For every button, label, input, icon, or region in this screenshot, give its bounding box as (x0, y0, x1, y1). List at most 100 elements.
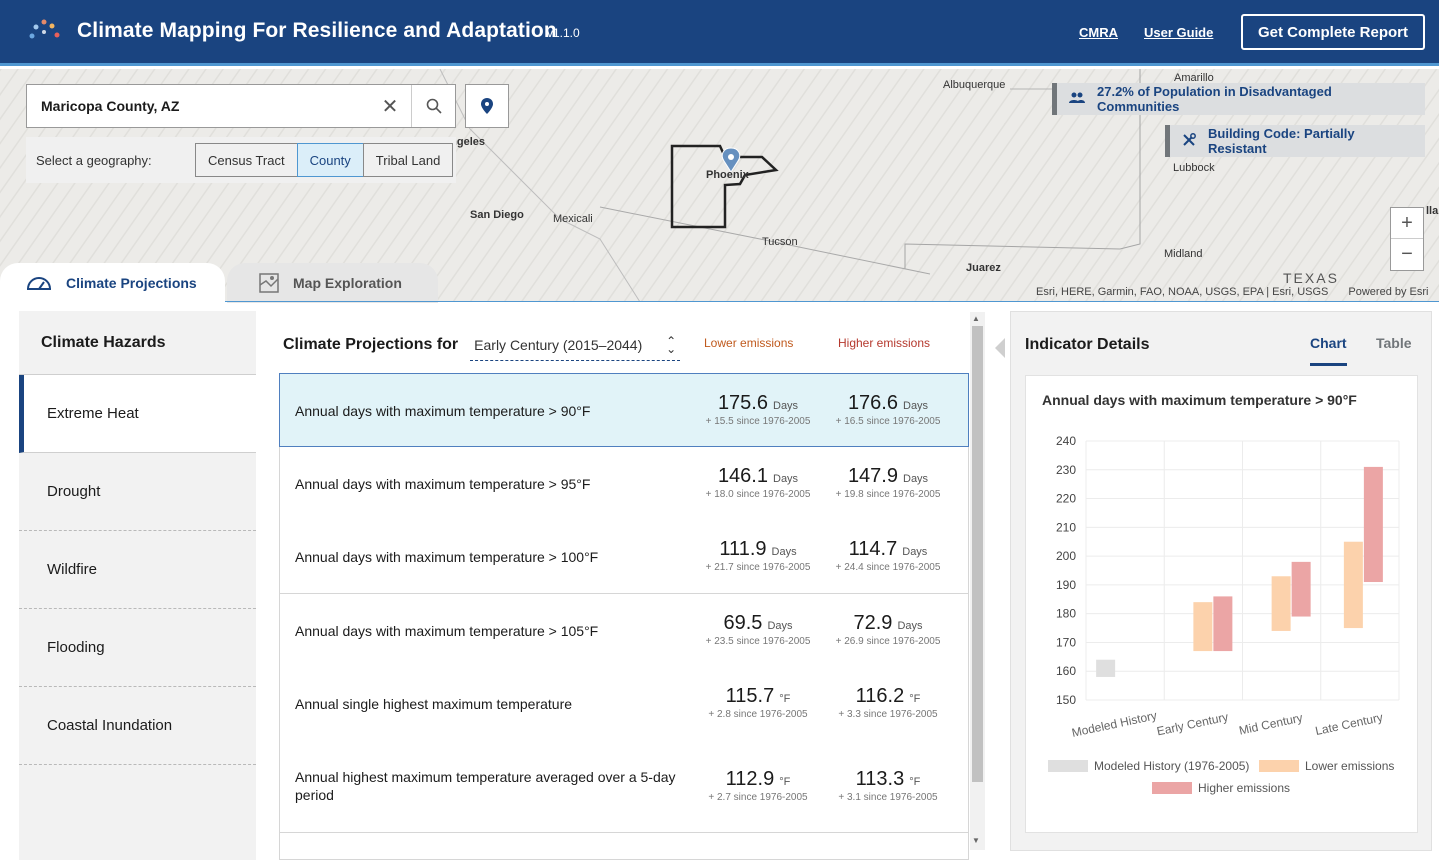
lower-value-number: 69.5 (723, 612, 763, 634)
sidebar-item-extreme-heat[interactable]: Extreme Heat (19, 375, 256, 453)
collapse-panel-icon[interactable] (995, 338, 1005, 358)
table-row[interactable]: Annual days with maximum temperature > 9… (279, 373, 969, 447)
get-report-button[interactable]: Get Complete Report (1241, 14, 1425, 50)
version-label: v1.1.0 (547, 26, 580, 40)
higher-emissions-value: 116.2 °F + 3.3 since 1976-2005 (823, 685, 953, 720)
population-badge[interactable]: 27.2% of Population in Disadvantaged Com… (1052, 83, 1425, 115)
row-label: Annual highest maximum temperature avera… (295, 769, 676, 803)
sidebar-item-wildfire[interactable]: Wildfire (19, 531, 256, 609)
higher-value-number: 114.7 (848, 538, 898, 560)
lower-value-delta: + 23.5 since 1976-2005 (705, 636, 811, 647)
zoom-out-button[interactable]: − (1391, 239, 1423, 270)
cmra-link[interactable]: CMRA (1079, 25, 1118, 40)
y-tick-label: 230 (1056, 463, 1076, 477)
y-tick-label: 180 (1056, 607, 1076, 621)
lower-emissions-value: 112.9 °F + 2.7 since 1976-2005 (693, 768, 823, 803)
sidebar-title: Climate Hazards (19, 311, 256, 375)
lower-value-number: 175.6 (717, 392, 768, 414)
higher-value-unit: Days (903, 400, 929, 412)
y-tick-label: 220 (1056, 492, 1076, 506)
higher-value-unit: Days (902, 546, 928, 558)
tab-table[interactable]: Table (1376, 335, 1412, 351)
lower-value-delta: + 2.7 since 1976-2005 (708, 791, 808, 803)
sidebar-item-drought[interactable]: Drought (19, 453, 256, 531)
row-label: Annual days with maximum temperature > 9… (295, 403, 591, 419)
scroll-down-icon[interactable]: ▼ (972, 836, 980, 845)
cmra-logo-icon (29, 19, 60, 39)
table-row[interactable]: Annual days with maximum temperature > 1… (279, 520, 969, 594)
higher-emissions-value: 147.9 Days + 19.8 since 1976-2005 (823, 465, 953, 500)
location-search-input[interactable] (27, 85, 369, 127)
projections-title: Climate Projections for (283, 336, 459, 353)
lower-value-delta: + 21.7 since 1976-2005 (705, 562, 811, 573)
x-tick-label: Late Century (1314, 710, 1384, 738)
higher-value-unit: Days (897, 620, 923, 632)
user-guide-link[interactable]: User Guide (1144, 25, 1213, 40)
geo-county-button[interactable]: County (296, 143, 364, 177)
table-row[interactable]: Annual highest maximum temperature avera… (279, 740, 969, 833)
clear-search-icon[interactable]: ✕ (369, 85, 411, 127)
building-code-badge[interactable]: Building Code: Partially Resistant (1165, 125, 1425, 157)
x-tick-label: Mid Century (1238, 711, 1304, 738)
search-icon[interactable] (411, 85, 455, 127)
geo-census-tract-button[interactable]: Census Tract (195, 143, 298, 177)
table-row[interactable]: Annual days with maximum temperature > 9… (279, 447, 969, 521)
tab-divider (225, 301, 1439, 302)
table-row-partial[interactable] (279, 833, 969, 860)
higher-value-number: 176.6 (847, 392, 898, 414)
zoom-controls: + − (1390, 207, 1424, 271)
lower-value-delta: + 15.5 since 1976-2005 (705, 416, 811, 427)
higher-emissions-value: 72.9 Days + 26.9 since 1976-2005 (823, 612, 953, 647)
legend-label-lower: Lower emissions (1305, 759, 1395, 773)
scroll-thumb[interactable] (972, 326, 983, 782)
table-row[interactable]: Annual single highest maximum temperatur… (279, 667, 969, 741)
higher-value-unit: °F (909, 693, 921, 705)
legend-label-higher: Higher emissions (1198, 781, 1291, 795)
legend-higher-emissions: Higher emissions (1152, 781, 1290, 795)
period-select[interactable]: Early Century (2015–2044) ⌃ ⌄ (470, 329, 681, 361)
sort-chevron-icon: ⌃ ⌄ (666, 333, 677, 356)
tab-map-exploration[interactable]: Map Exploration (227, 263, 438, 303)
legend-swatch-history (1048, 760, 1088, 772)
map-label-lubbock: Lubbock (1173, 162, 1215, 174)
y-tick-label: 200 (1056, 549, 1076, 563)
tab-climate-projections[interactable]: Climate Projections (0, 263, 225, 303)
tab-chart[interactable]: Chart (1310, 335, 1347, 366)
lower-value-delta: + 2.8 since 1976-2005 (708, 709, 808, 720)
indicator-details-title: Indicator Details (1025, 336, 1150, 353)
higher-value-delta: + 3.1 since 1976-2005 (838, 791, 938, 803)
zoom-in-button[interactable]: + (1391, 208, 1423, 239)
sidebar-item-coastal-inundation[interactable]: Coastal Inundation (19, 687, 256, 765)
scroll-up-icon[interactable]: ▲ (972, 314, 980, 323)
tools-icon (1182, 132, 1196, 150)
higher-emissions-value: 114.7 Days + 24.4 since 1976-2005 (823, 538, 953, 573)
lower-value-unit: Days (773, 473, 799, 485)
higher-value-delta: + 19.8 since 1976-2005 (835, 489, 941, 500)
period-value: Early Century (2015–2044) (474, 336, 643, 353)
projections-header: Climate Projections for Early Century (2… (283, 328, 681, 362)
higher-value-delta: + 3.3 since 1976-2005 (838, 709, 938, 720)
higher-emissions-value: 113.3 °F + 3.1 since 1976-2005 (823, 768, 953, 803)
map-label-albuquerque: Albuquerque (943, 79, 1006, 91)
gauge-icon (26, 275, 52, 291)
map-label-dallas: lla (1426, 205, 1439, 217)
geo-tribal-land-button[interactable]: Tribal Land (362, 143, 454, 177)
map-label-san-diego: San Diego (470, 209, 524, 221)
locate-pin-icon[interactable] (465, 84, 509, 128)
y-tick-label: 150 (1056, 693, 1076, 707)
app-title: Climate Mapping For Resilience and Adapt… (77, 19, 557, 42)
map-label-juarez: Juarez (966, 262, 1001, 274)
bar-lower-emissions (1193, 602, 1213, 652)
y-tick-label: 210 (1056, 520, 1076, 534)
lower-value-unit: Days (771, 546, 797, 558)
table-scrollbar[interactable]: ▲ ▼ (970, 312, 985, 850)
y-tick-label: 190 (1056, 578, 1076, 592)
bar-higher-emissions (1213, 596, 1233, 652)
sidebar-item-flooding[interactable]: Flooding (19, 609, 256, 687)
chart-title: Annual days with maximum temperature > 9… (1042, 392, 1357, 408)
map-icon (259, 273, 279, 293)
hazards-sidebar: Climate Hazards Extreme Heat Drought Wil… (19, 311, 256, 860)
x-tick-label: Early Century (1156, 710, 1230, 739)
table-row[interactable]: Annual days with maximum temperature > 1… (279, 594, 969, 668)
location-search: ✕ (26, 84, 456, 128)
